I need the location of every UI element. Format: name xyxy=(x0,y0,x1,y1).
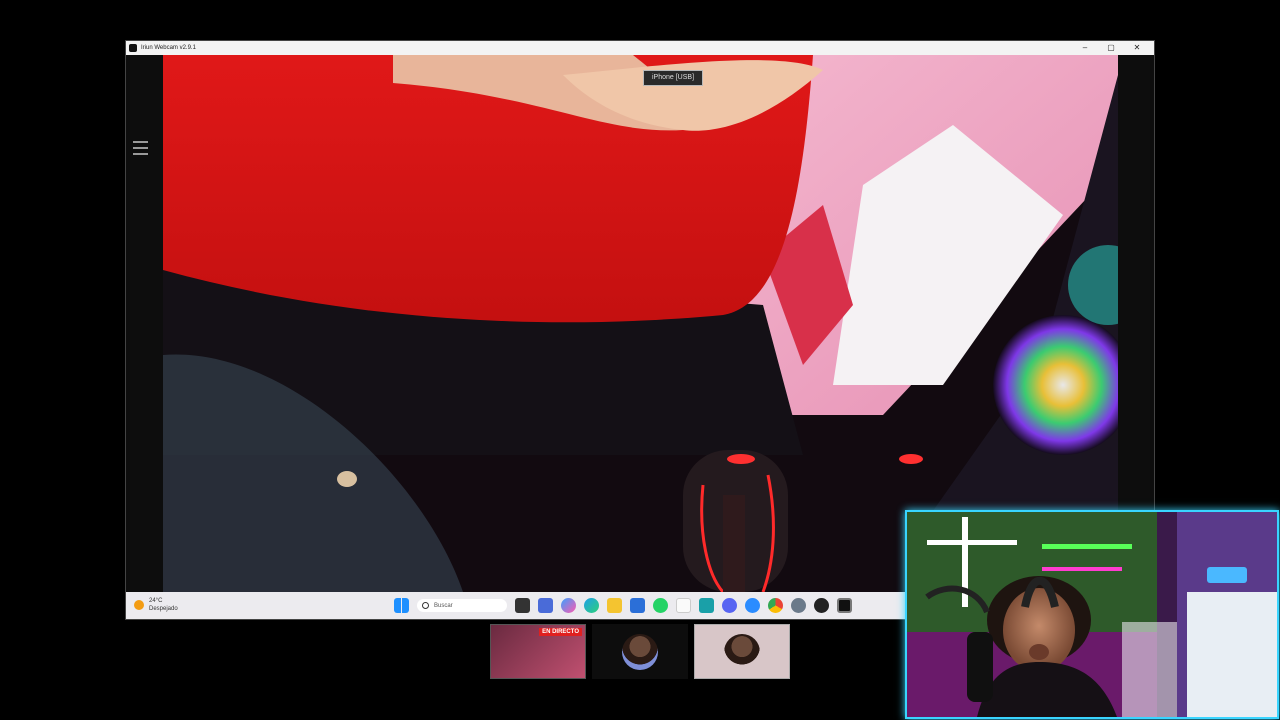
obs-icon[interactable] xyxy=(814,598,829,613)
weather-sun-icon xyxy=(134,600,144,610)
windows-start-icon[interactable] xyxy=(394,598,409,613)
store-icon[interactable] xyxy=(630,598,645,613)
avatar xyxy=(724,633,760,670)
window-title: Iriun Webcam v2.9.1 xyxy=(141,45,196,51)
maximize-button[interactable]: ▢ xyxy=(1098,41,1124,55)
minimize-button[interactable]: – xyxy=(1072,41,1098,55)
media-player-icon[interactable] xyxy=(745,598,760,613)
copilot-icon[interactable] xyxy=(561,598,576,613)
hamburger-menu-icon[interactable] xyxy=(133,141,148,155)
whatsapp-icon[interactable] xyxy=(653,598,668,613)
avatar xyxy=(622,633,658,670)
stream-scene-thumbnails: EN DIRECTO xyxy=(490,624,796,679)
file-manager-icon[interactable] xyxy=(515,598,530,613)
scene-thumbnail-live[interactable]: EN DIRECTO xyxy=(490,624,586,679)
device-select[interactable]: iPhone [USB] xyxy=(643,70,703,86)
discord-icon[interactable] xyxy=(722,598,737,613)
search-icon xyxy=(422,602,429,609)
title-bar[interactable]: Iriun Webcam v2.9.1 – ▢ ✕ xyxy=(126,41,1154,55)
widgets-icon[interactable] xyxy=(538,598,553,613)
weather-widget[interactable]: 24°C Despejado xyxy=(134,597,178,613)
settings-gear-icon[interactable] xyxy=(791,598,806,613)
weather-temp: 24°C xyxy=(149,598,163,604)
facecam-image xyxy=(907,512,1277,717)
scene-thumbnail-avatar[interactable] xyxy=(592,624,688,679)
iriun-webcam-taskbar-icon[interactable] xyxy=(837,598,852,613)
edge-icon[interactable] xyxy=(584,598,599,613)
calculator-icon[interactable] xyxy=(699,598,714,613)
taskbar-icons: Buscar xyxy=(394,598,860,613)
chrome-icon[interactable] xyxy=(768,598,783,613)
iriun-app-icon xyxy=(129,44,137,52)
notepad-icon[interactable] xyxy=(676,598,691,613)
search-placeholder: Buscar xyxy=(434,602,453,609)
window-controls: – ▢ ✕ xyxy=(1072,41,1150,55)
taskbar-search[interactable]: Buscar xyxy=(417,599,507,612)
scene-thumbnail-avatar-light[interactable] xyxy=(694,624,790,679)
file-explorer-icon[interactable] xyxy=(607,598,622,613)
weather-condition: Despejado xyxy=(149,606,178,612)
live-badge: EN DIRECTO xyxy=(539,628,582,636)
close-button[interactable]: ✕ xyxy=(1124,41,1150,55)
streamer-facecam xyxy=(905,510,1279,719)
